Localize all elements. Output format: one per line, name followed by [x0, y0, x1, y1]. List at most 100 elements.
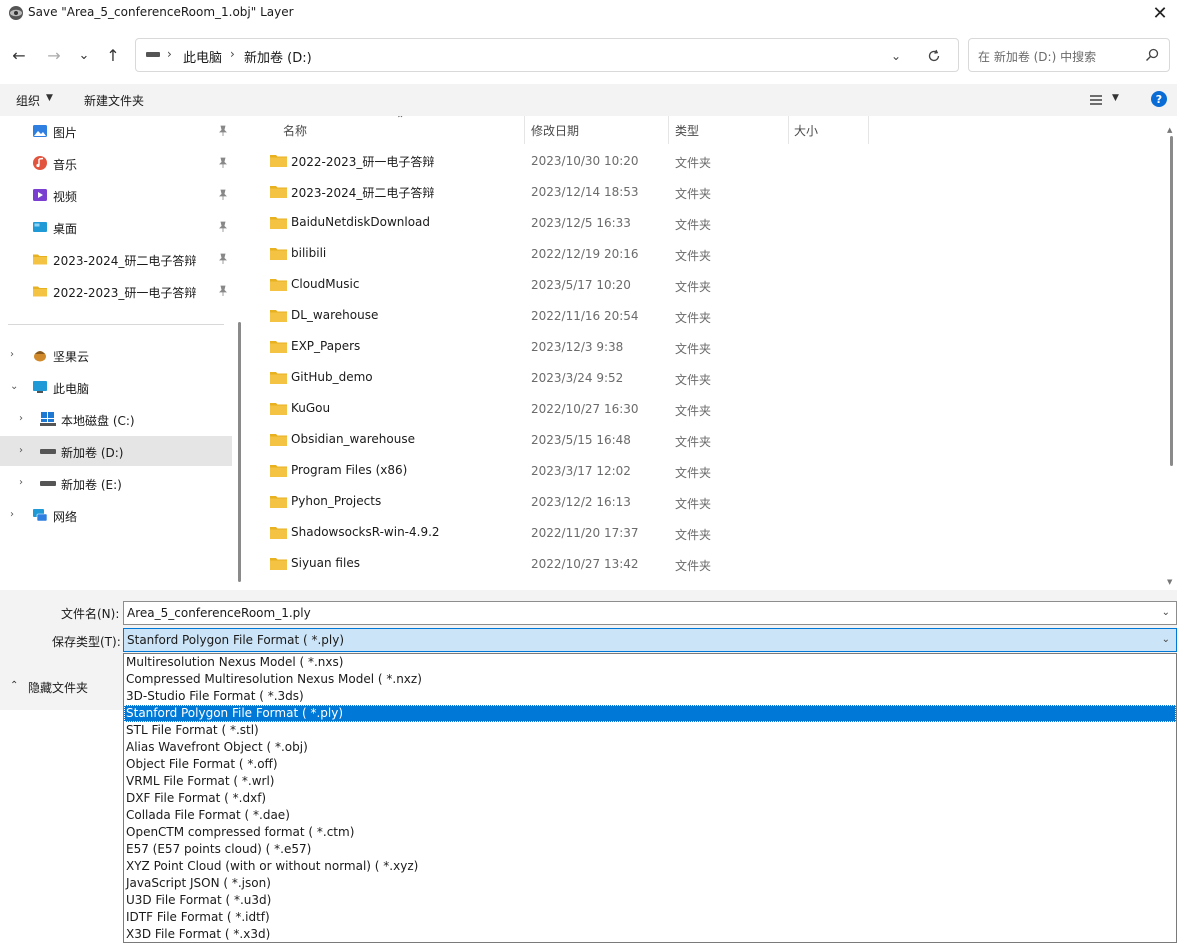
file-row[interactable]: DL_warehouse 2022/11/16 20:54 文件夹 [248, 301, 1163, 332]
column-header-label: 类型 [675, 124, 700, 138]
savetype-option[interactable]: U3D File Format ( *.u3d) [124, 892, 1176, 909]
organize-menu[interactable]: 组织 [16, 92, 40, 109]
column-header-date[interactable]: 修改日期 [525, 116, 668, 144]
savetype-option[interactable]: STL File Format ( *.stl) [124, 722, 1176, 739]
sidebar-item-network[interactable]: › 网络 [0, 500, 232, 530]
sidebar-scrollbar[interactable] [238, 322, 241, 582]
sidebar-item-this-pc[interactable]: ⌄ 此电脑 [0, 372, 232, 402]
chevron-right-icon[interactable]: › [10, 349, 20, 360]
file-row[interactable]: BaiduNetdiskDownload 2023/12/5 16:33 文件夹 [248, 208, 1163, 239]
view-options-icon[interactable] [1088, 91, 1106, 109]
file-row[interactable]: 2022-2023_研一电子答辩 2023/10/30 10:20 文件夹 [248, 146, 1163, 177]
chevron-right-icon[interactable]: › [10, 509, 20, 520]
file-name: 2022-2023_研一电子答辩 [291, 155, 435, 169]
help-button[interactable]: ? [1151, 91, 1167, 107]
sidebar-item-jianguoyun[interactable]: › 坚果云 [0, 340, 232, 370]
sidebar-item-folder-2022-2023[interactable]: 2022-2023_研一电子答辩 [0, 276, 232, 306]
savetype-option[interactable]: Alias Wavefront Object ( *.obj) [124, 739, 1176, 756]
file-row[interactable]: KuGou 2022/10/27 16:30 文件夹 [248, 394, 1163, 425]
column-header-type[interactable]: 类型 [669, 116, 788, 144]
file-date: 2022/10/27 13:42 [531, 557, 639, 571]
file-row[interactable]: bilibili 2022/12/19 20:16 文件夹 [248, 239, 1163, 270]
column-header-size[interactable]: 大小 [789, 116, 868, 144]
chevron-down-icon[interactable]: ⌄ [1162, 607, 1170, 618]
pin-icon[interactable] [218, 157, 228, 169]
address-bar[interactable]: › 此电脑 › 新加卷 (D:) ⌄ [135, 38, 959, 72]
breadcrumb-this-pc[interactable]: 此电脑 [183, 47, 222, 66]
close-button[interactable]: ✕ [1143, 0, 1177, 26]
savetype-option[interactable]: XYZ Point Cloud (with or without normal)… [124, 858, 1176, 875]
sidebar-item-drive-d[interactable]: › 新加卷 (D:) [0, 436, 232, 466]
drive-icon [40, 481, 56, 486]
address-history-button[interactable]: ⌄ [886, 46, 906, 66]
sidebar-item-pictures[interactable]: 图片 [0, 116, 232, 146]
recent-locations-button[interactable]: ⌄ [72, 43, 96, 67]
forward-button[interactable]: → [42, 43, 66, 67]
breadcrumb-drive-d[interactable]: 新加卷 (D:) [244, 47, 312, 66]
file-row[interactable]: 2023-2024_研二电子答辩 2023/12/14 18:53 文件夹 [248, 177, 1163, 208]
savetype-option[interactable]: Object File Format ( *.off) [124, 756, 1176, 773]
chevron-down-icon[interactable]: ⌄ [1162, 634, 1170, 645]
savetype-option[interactable]: OpenCTM compressed format ( *.ctm) [124, 824, 1176, 841]
desktop-icon [33, 222, 47, 232]
file-row[interactable]: ShadowsocksR-win-4.9.2 2022/11/20 17:37 文件… [248, 518, 1163, 549]
chevron-right-icon[interactable]: › [19, 413, 29, 424]
column-header-name[interactable]: 名称 [248, 116, 524, 144]
pin-icon[interactable] [218, 221, 228, 233]
file-type: 文件夹 [675, 156, 712, 170]
chevron-right-icon[interactable]: › [19, 445, 29, 456]
chevron-down-icon[interactable]: ⌄ [10, 381, 20, 392]
folder-icon [270, 341, 287, 353]
search-box[interactable]: 在 新加卷 (D:) 中搜索 [968, 38, 1170, 72]
scroll-up-icon[interactable]: ▲ [1167, 126, 1172, 134]
caret-up-icon[interactable]: ⌃ [10, 680, 18, 691]
file-row[interactable]: Program Files (x86) 2023/3/17 12:02 文件夹 [248, 456, 1163, 487]
sidebar-item-drive-c[interactable]: › 本地磁盘 (C:) [0, 404, 232, 434]
back-arrow-icon: ← [12, 45, 26, 65]
pin-icon[interactable] [218, 125, 228, 137]
sidebar-item-drive-e[interactable]: › 新加卷 (E:) [0, 468, 232, 498]
sidebar-item-desktop[interactable]: 桌面 [0, 212, 232, 242]
savetype-option[interactable]: X3D File Format ( *.x3d) [124, 926, 1176, 942]
file-date: 2023/12/5 16:33 [531, 216, 631, 230]
window-title: Save "Area_5_conferenceRoom_1.obj" Layer [28, 5, 294, 19]
view-caret-icon[interactable]: ▼ [1112, 93, 1119, 103]
file-row[interactable]: CloudMusic 2023/5/17 10:20 文件夹 [248, 270, 1163, 301]
sidebar-item-music[interactable]: 音乐 [0, 148, 232, 178]
savetype-option[interactable]: Multiresolution Nexus Model ( *.nxs) [124, 654, 1176, 671]
refresh-button[interactable] [924, 46, 944, 66]
folder-icon [270, 217, 287, 229]
file-row[interactable]: Pyhon_Projects 2023/12/2 16:13 文件夹 [248, 487, 1163, 518]
column-divider[interactable] [868, 116, 869, 144]
savetype-option[interactable]: JavaScript JSON ( *.json) [124, 875, 1176, 892]
file-list-scrollbar[interactable] [1170, 136, 1173, 466]
sidebar-item-folder-2023-2024[interactable]: 2023-2024_研二电子答辩 [0, 244, 232, 274]
savetype-select[interactable]: Stanford Polygon File Format ( *.ply) ⌄ [123, 628, 1177, 652]
scroll-down-icon[interactable]: ▼ [1167, 578, 1172, 586]
file-row[interactable]: EXP_Papers 2023/12/3 9:38 文件夹 [248, 332, 1163, 363]
savetype-option[interactable]: E57 (E57 points cloud) ( *.e57) [124, 841, 1176, 858]
hide-folders-button[interactable]: 隐藏文件夹 [28, 679, 88, 696]
pin-icon[interactable] [218, 253, 228, 265]
savetype-option[interactable]: VRML File Format ( *.wrl) [124, 773, 1176, 790]
file-date: 2022/11/16 20:54 [531, 309, 639, 323]
savetype-option[interactable]: Stanford Polygon File Format ( *.ply) [124, 705, 1176, 722]
file-row[interactable]: Siyuan files 2022/10/27 13:42 文件夹 [248, 549, 1163, 580]
new-folder-button[interactable]: 新建文件夹 [84, 92, 144, 109]
savetype-option[interactable]: Compressed Multiresolution Nexus Model (… [124, 671, 1176, 688]
pin-icon[interactable] [218, 285, 228, 297]
savetype-option[interactable]: DXF File Format ( *.dxf) [124, 790, 1176, 807]
savetype-option[interactable]: IDTF File Format ( *.idtf) [124, 909, 1176, 926]
folder-icon [270, 155, 287, 167]
savetype-option[interactable]: 3D-Studio File Format ( *.3ds) [124, 688, 1176, 705]
sidebar-item-videos[interactable]: 视频 [0, 180, 232, 210]
pin-icon[interactable] [218, 189, 228, 201]
file-row[interactable]: Obsidian_warehouse 2023/5/15 16:48 文件夹 [248, 425, 1163, 456]
savetype-option[interactable]: Collada File Format ( *.dae) [124, 807, 1176, 824]
up-button[interactable]: ↑ [101, 43, 125, 67]
file-row[interactable]: GitHub_demo 2023/3/24 9:52 文件夹 [248, 363, 1163, 394]
chevron-right-icon[interactable]: › [19, 477, 29, 488]
breadcrumb-separator: › [230, 47, 235, 61]
filename-input[interactable]: Area_5_conferenceRoom_1.ply ⌄ [123, 601, 1177, 625]
back-button[interactable]: ← [7, 43, 31, 67]
